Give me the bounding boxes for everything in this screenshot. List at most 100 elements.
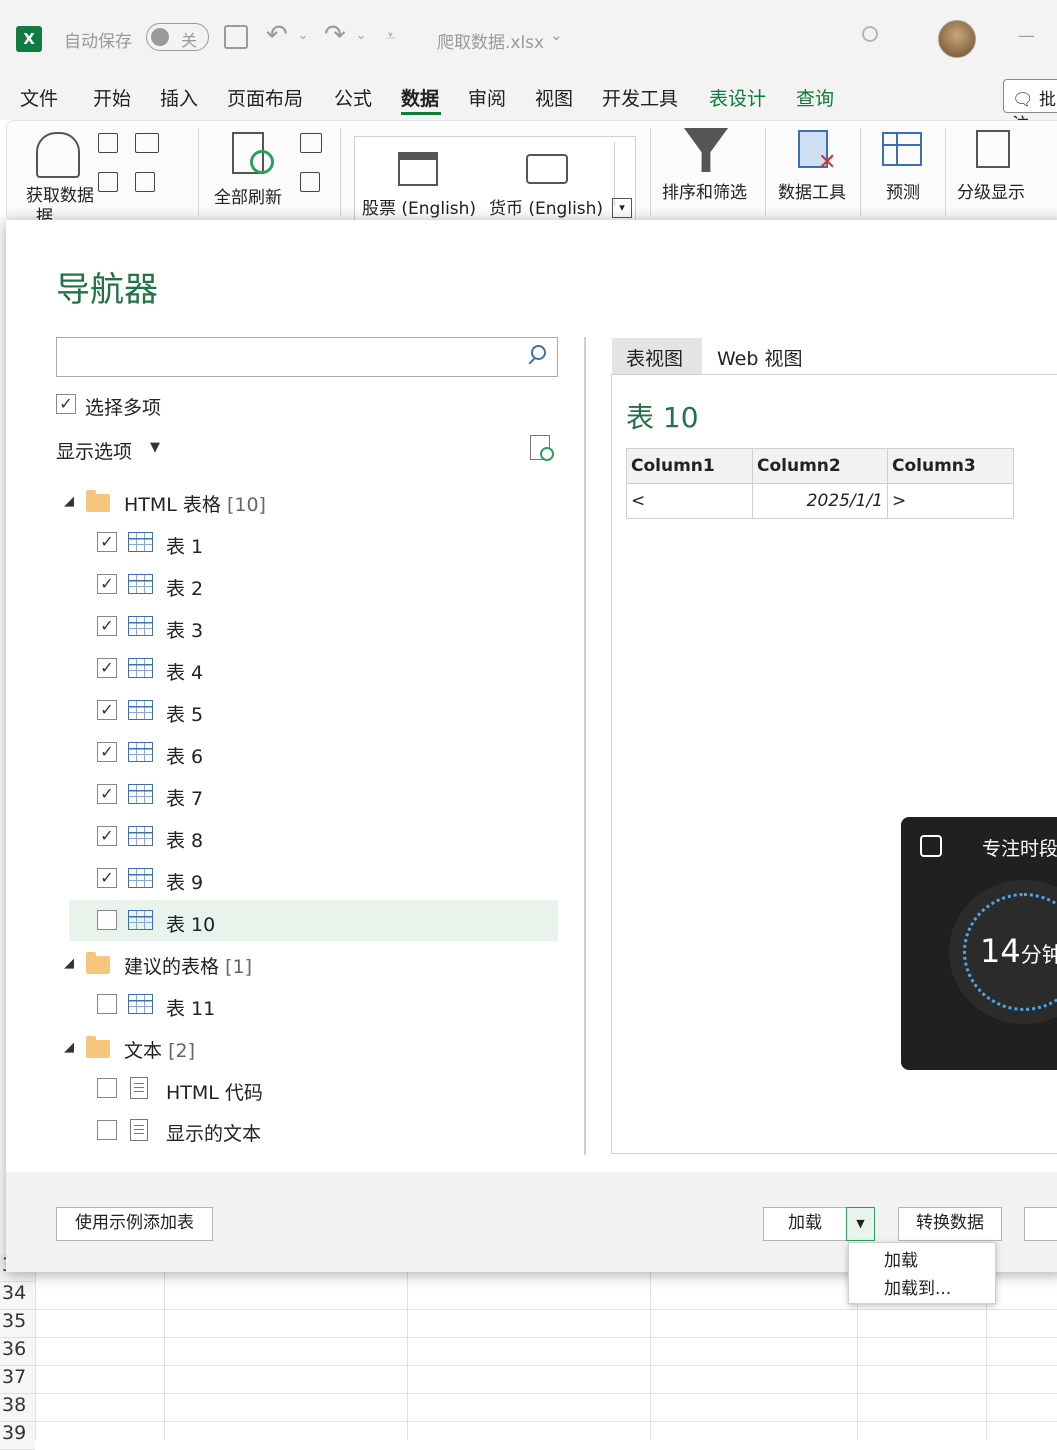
collapse-icon[interactable]: ◢ — [64, 956, 74, 971]
search-input[interactable] — [56, 337, 558, 377]
from-table-icon[interactable] — [135, 133, 159, 153]
item-checkbox[interactable]: ✓ — [97, 700, 117, 720]
nav-item[interactable]: 表 3 — [166, 616, 203, 643]
transform-data-button[interactable]: 转换数据 — [898, 1207, 1002, 1241]
customize-qat-icon[interactable]: ⩡ — [386, 26, 395, 46]
tab-data[interactable]: 数据 — [401, 84, 439, 111]
menu-item-load[interactable]: 加载 — [884, 1246, 918, 1271]
minimize-button[interactable]: — — [1018, 26, 1035, 46]
display-options-button[interactable]: 显示选项 — [56, 437, 132, 464]
item-checkbox[interactable]: ✓ — [97, 532, 117, 552]
nav-item-selected[interactable]: 表 10 — [166, 910, 215, 937]
collapse-icon[interactable]: ◢ — [64, 494, 74, 509]
column-header[interactable]: Column1 — [626, 448, 753, 484]
recent-sources-icon[interactable] — [135, 172, 155, 192]
item-checkbox[interactable]: ✓ — [97, 784, 117, 804]
tab-insert[interactable]: 插入 — [160, 84, 198, 111]
column-header[interactable]: Column2 — [752, 448, 888, 484]
tab-file[interactable]: 文件 — [20, 84, 58, 111]
pane-divider[interactable] — [584, 337, 586, 1155]
refresh-all-button[interactable]: 全部刷新 — [214, 183, 282, 208]
item-checkbox[interactable]: ✓ — [97, 826, 117, 846]
item-checkbox[interactable]: ✓ — [97, 742, 117, 762]
menu-item-load-to[interactable]: 加载到... — [884, 1274, 951, 1299]
outline-button[interactable]: 分级显示 — [957, 178, 1025, 203]
nav-item[interactable]: 表 6 — [166, 742, 203, 769]
table-icon — [128, 784, 153, 804]
row-header[interactable]: 36 — [0, 1338, 35, 1366]
expand-icon[interactable] — [920, 835, 942, 857]
row-header[interactable]: 38 — [0, 1394, 35, 1422]
chevron-down-icon[interactable]: ▼ — [150, 440, 160, 455]
comments-button[interactable]: 🗨 批注 — [1003, 79, 1057, 135]
tab-view[interactable]: 视图 — [535, 84, 573, 111]
gallery-scroll[interactable] — [614, 142, 633, 206]
redo-dropdown-icon[interactable]: ⌄ — [356, 28, 366, 42]
folder-suggested-tables[interactable]: 建议的表格 [1] — [124, 952, 252, 979]
tab-table-design[interactable]: 表设计 — [709, 84, 766, 111]
file-name[interactable]: 爬取数据.xlsx — [437, 28, 544, 53]
table-icon — [128, 532, 153, 552]
row-header[interactable]: 37 — [0, 1366, 35, 1394]
sort-filter-button[interactable]: 排序和筛选 — [662, 178, 747, 203]
search-icon[interactable] — [862, 26, 878, 42]
item-checkbox[interactable]: ✓ — [97, 616, 117, 636]
currency-button[interactable]: 货币 (English) — [489, 194, 603, 219]
select-multiple-checkbox[interactable]: ✓ — [56, 394, 76, 414]
nav-item[interactable]: 表 11 — [166, 994, 215, 1021]
folder-html-tables[interactable]: HTML 表格 [10] — [124, 490, 266, 517]
tab-table-view[interactable]: 表视图 — [626, 344, 683, 371]
properties-icon[interactable] — [300, 172, 320, 192]
stocks-button[interactable]: 股票 (English) — [362, 194, 476, 219]
tab-home[interactable]: 开始 — [93, 84, 131, 111]
column-header[interactable]: Column3 — [887, 448, 1014, 484]
item-checkbox[interactable] — [97, 1078, 117, 1098]
redo-icon[interactable]: ↷ — [324, 20, 346, 50]
data-tools-button[interactable]: 数据工具 — [778, 178, 846, 203]
forecast-button[interactable]: 预测 — [886, 178, 920, 203]
refresh-arrows-icon — [250, 150, 274, 174]
filename-chevron-icon[interactable]: ⌄ — [550, 26, 563, 44]
folder-text[interactable]: 文本 [2] — [124, 1036, 195, 1063]
nav-item[interactable]: 表 9 — [166, 868, 203, 895]
row-header[interactable]: 34 — [0, 1282, 35, 1310]
nav-item[interactable]: HTML 代码 — [166, 1078, 263, 1105]
row-header[interactable]: 35 — [0, 1310, 35, 1338]
nav-item[interactable]: 表 8 — [166, 826, 203, 853]
item-checkbox[interactable] — [97, 910, 117, 930]
nav-item[interactable]: 表 1 — [166, 532, 203, 559]
search-field[interactable] — [61, 338, 525, 374]
queries-connections-icon[interactable] — [300, 133, 322, 153]
nav-item[interactable]: 显示的文本 — [166, 1119, 261, 1146]
tab-review[interactable]: 审阅 — [468, 84, 506, 111]
from-web-icon[interactable] — [98, 172, 118, 192]
add-table-by-example-button[interactable]: 使用示例添加表 — [56, 1207, 213, 1241]
nav-item[interactable]: 表 4 — [166, 658, 203, 685]
item-checkbox[interactable] — [97, 994, 117, 1014]
avatar[interactable] — [938, 20, 976, 58]
ribbon-separator — [198, 128, 199, 216]
item-checkbox[interactable]: ✓ — [97, 574, 117, 594]
load-button[interactable]: 加载 — [763, 1207, 847, 1241]
tab-page-layout[interactable]: 页面布局 — [227, 84, 303, 111]
cancel-button[interactable] — [1024, 1207, 1057, 1241]
save-icon[interactable] — [224, 25, 248, 49]
from-text-icon[interactable] — [98, 133, 118, 153]
row-header[interactable]: 39 — [0, 1422, 35, 1450]
item-checkbox[interactable]: ✓ — [97, 658, 117, 678]
tab-query[interactable]: 查询 — [796, 84, 834, 111]
item-checkbox[interactable] — [97, 1120, 117, 1140]
undo-icon[interactable]: ↶ — [266, 20, 288, 50]
load-dropdown-icon[interactable]: ▼ — [846, 1207, 875, 1241]
nav-item[interactable]: 表 2 — [166, 574, 203, 601]
tab-formulas[interactable]: 公式 — [334, 84, 372, 111]
item-checkbox[interactable]: ✓ — [97, 868, 117, 888]
undo-dropdown-icon[interactable]: ⌄ — [298, 28, 308, 42]
collapse-icon[interactable]: ◢ — [64, 1040, 74, 1055]
gallery-expand-icon[interactable]: ▾ — [612, 198, 632, 218]
autosave-toggle[interactable]: 关 — [146, 23, 209, 51]
nav-item[interactable]: 表 7 — [166, 784, 203, 811]
nav-item[interactable]: 表 5 — [166, 700, 203, 727]
tab-developer[interactable]: 开发工具 — [602, 84, 678, 111]
tab-web-view[interactable]: Web 视图 — [717, 344, 802, 371]
